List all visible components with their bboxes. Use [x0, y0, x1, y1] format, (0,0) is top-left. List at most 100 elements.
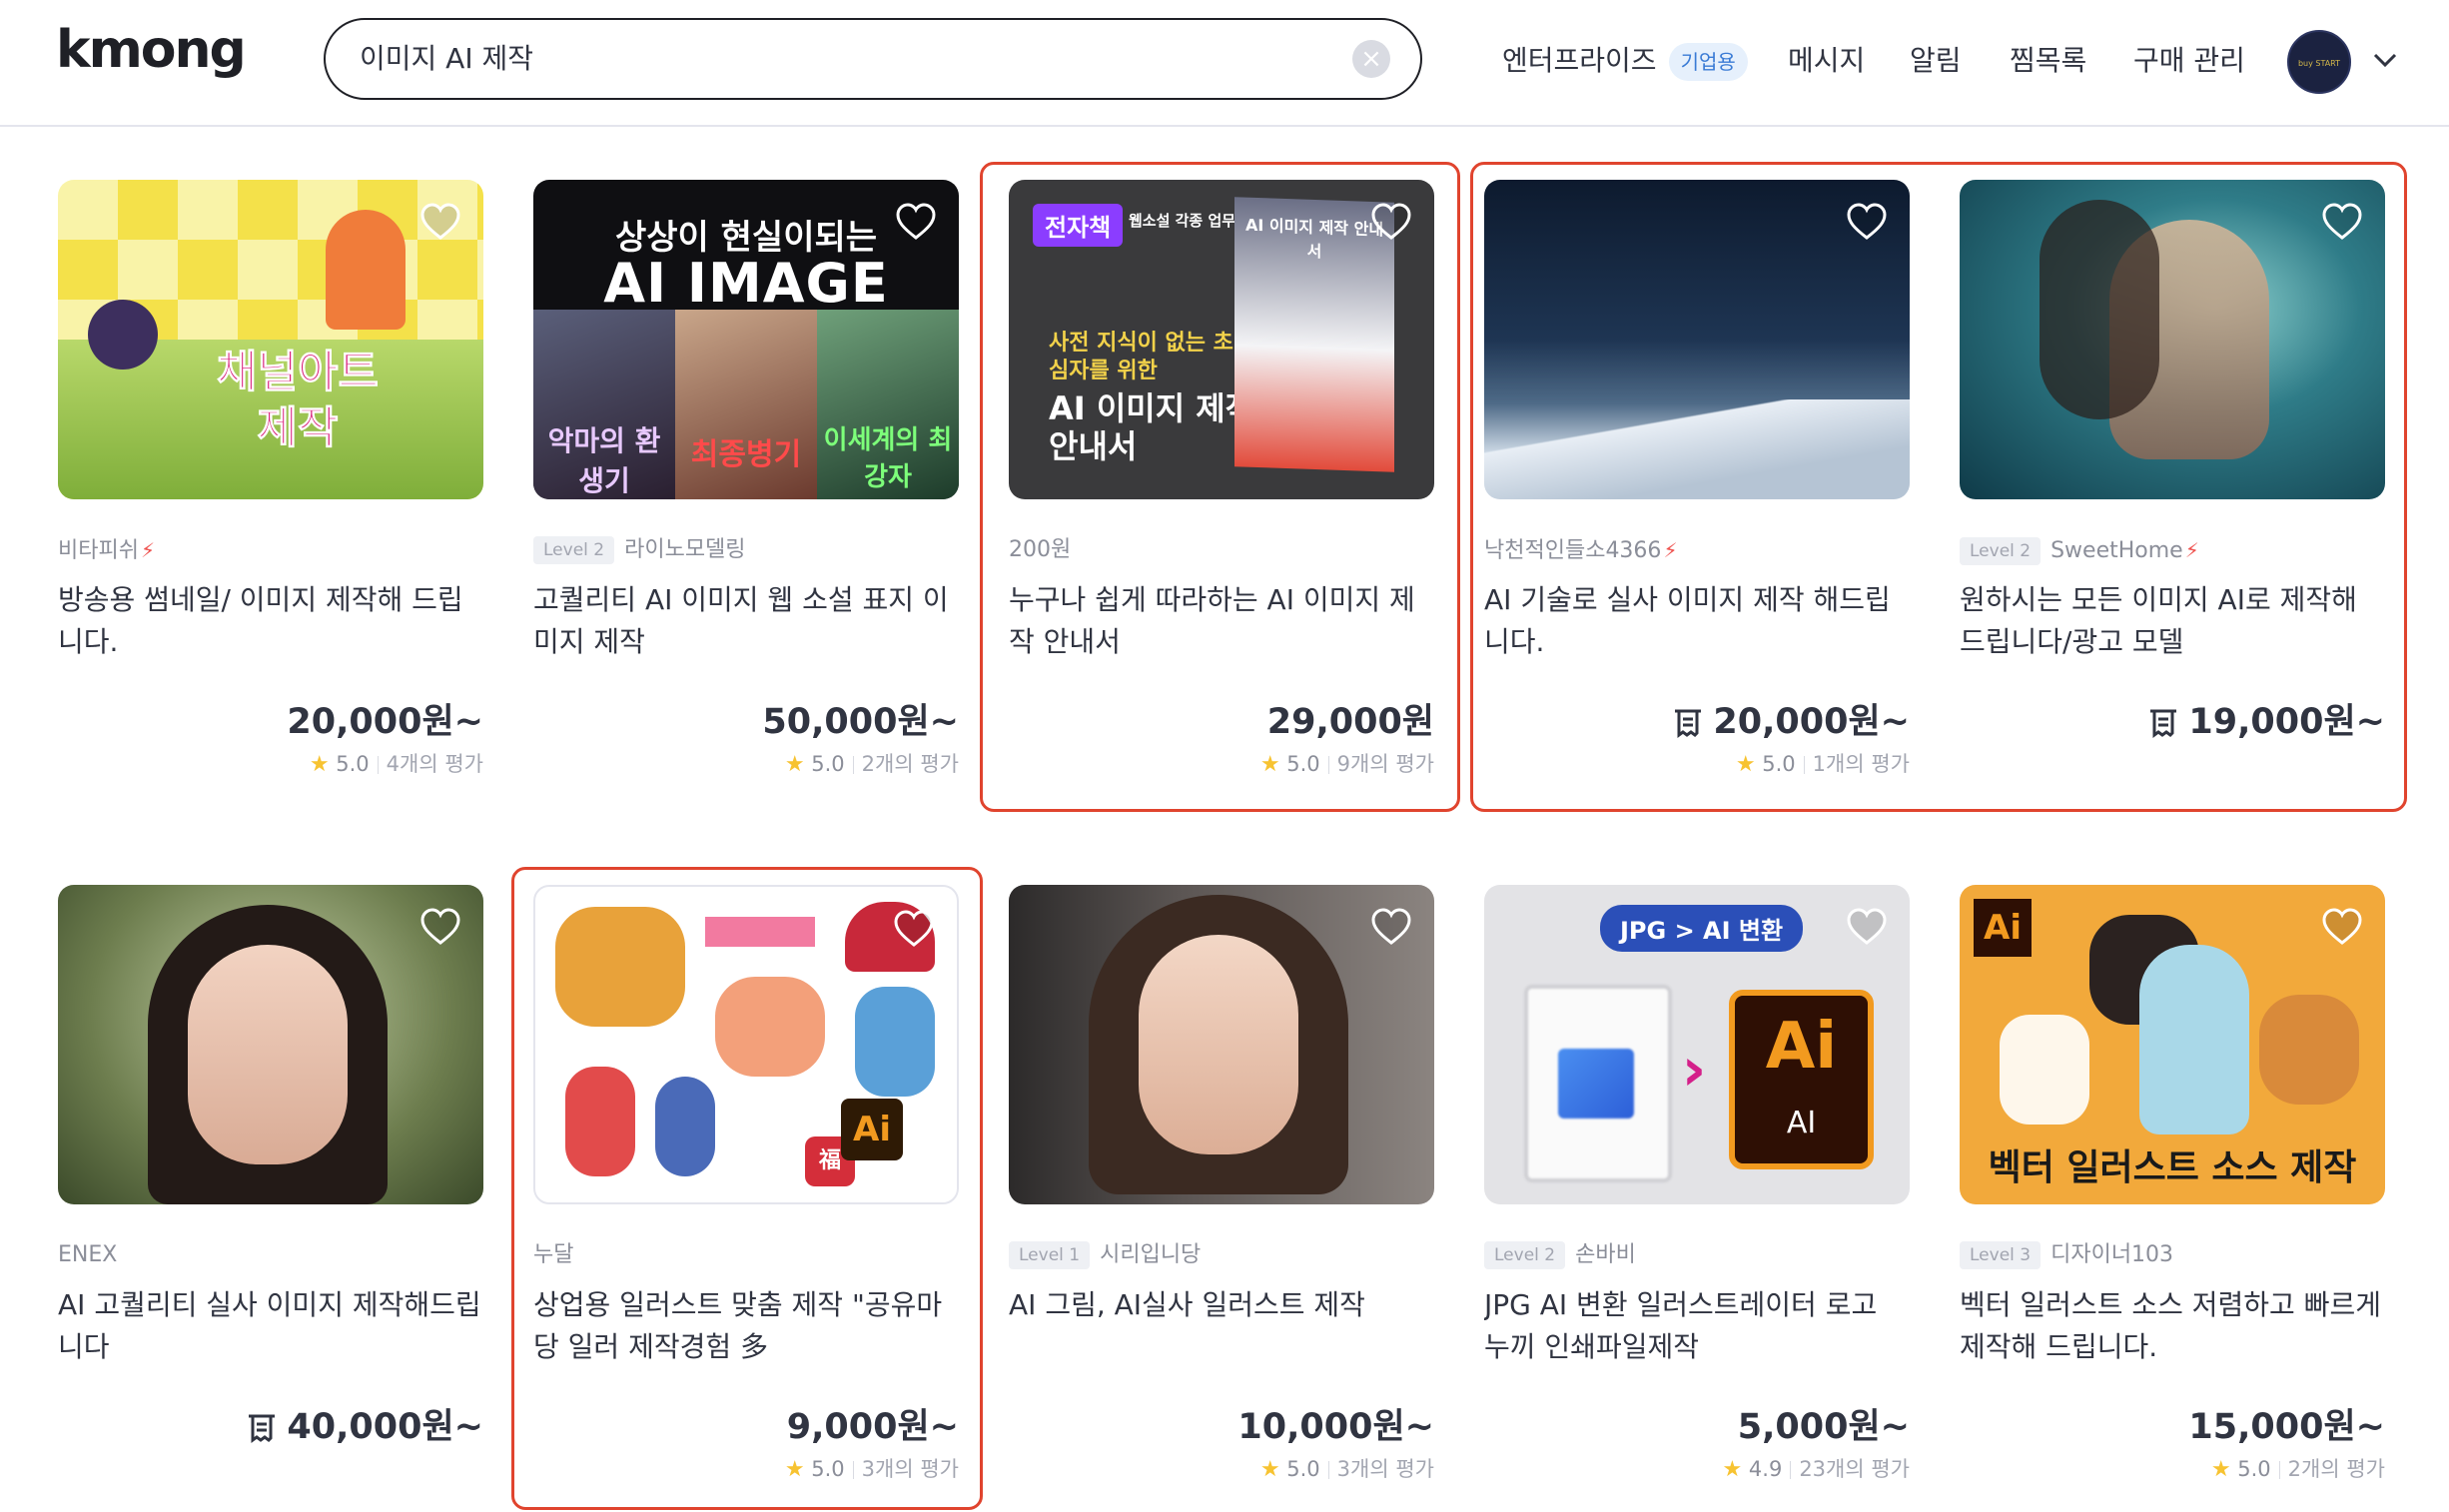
thumb-panel-text: 악마의 환생기	[547, 424, 661, 497]
seller-name[interactable]: Level 3 디자이너103	[1960, 1238, 2385, 1272]
gig-title[interactable]: 벡터 일러스트 소스 저렴하고 빠르게 제작해 드립니다.	[1960, 1284, 2385, 1374]
thumb-title-art: 채널아트 제작	[148, 345, 447, 456]
review-count: 2개의 평가	[861, 752, 959, 776]
nav-alerts[interactable]: 알림	[1910, 36, 1962, 86]
gig-card[interactable]: 전자책 웹소설 각종 업무 사전 지식이 없는 초심자를 위한 AI 이미지 제…	[1009, 180, 1434, 781]
gig-card[interactable]: JPG > AI 변환 › Ai AI Level 2 손바비 JPG AI 변환…	[1484, 885, 1910, 1486]
gig-card[interactable]: 낙천적인들소4366 ⚡ AI 기술로 실사 이미지 제작 해드립니다. 20,0…	[1484, 180, 1910, 781]
seller-name[interactable]: Level 1 시리입니당	[1009, 1238, 1434, 1272]
thumb-face-art	[1139, 935, 1298, 1154]
rating-value: 5.0	[2237, 1457, 2271, 1481]
thumb-illustration-art	[555, 907, 685, 1027]
thumb-character-art	[326, 210, 406, 330]
gig-card[interactable]: Level 2 SweetHome ⚡ 원하시는 모든 이미지 AI로 제작해 드립…	[1960, 180, 2385, 747]
lightning-icon: ⚡	[140, 538, 156, 562]
illustrator-label-text: AI	[1786, 1106, 1817, 1140]
star-icon: ★	[1259, 1457, 1280, 1482]
gig-card[interactable]: Ai 벡터 일러스트 소스 제작 Level 3 디자이너103 벡터 일러스트 …	[1960, 885, 2385, 1486]
rating-value: 5.0	[1762, 752, 1796, 776]
nav-messages[interactable]: 메시지	[1788, 36, 1865, 86]
rating-divider	[1327, 1461, 1329, 1479]
gig-card[interactable]: ENEX AI 고퀄리티 실사 이미지 제작해드립니다 40,000원~	[58, 885, 483, 1452]
gig-thumbnail[interactable]	[1960, 180, 2385, 499]
illustrator-logo-art: Ai	[1974, 899, 2032, 957]
jpg-ai-badge: JPG > AI 변환	[1600, 905, 1804, 952]
nav-wishlist[interactable]: 찜목록	[2010, 36, 2086, 86]
heart-icon[interactable]	[1846, 907, 1888, 947]
gig-title[interactable]: AI 기술로 실사 이미지 제작 해드립니다.	[1484, 579, 1910, 669]
heart-icon[interactable]	[1370, 202, 1412, 242]
search-clear-icon[interactable]: ×	[1352, 40, 1390, 78]
gig-thumbnail[interactable]: Ai 벡터 일러스트 소스 제작	[1960, 885, 2385, 1204]
seller-label: 시리입니당	[1100, 1242, 1202, 1267]
gig-card[interactable]: 福 Ai 누달 상업용 일러스트 맞춤 제작 "공유마당 일러 제작경험 多 9…	[533, 885, 959, 1486]
thumb-panel-text: 최종병기	[690, 437, 802, 472]
gig-thumbnail[interactable]: 福 Ai	[533, 885, 959, 1204]
level-badge: Level 2	[533, 536, 615, 564]
heart-icon[interactable]	[1370, 907, 1412, 947]
review-count: 9개의 평가	[1336, 752, 1434, 776]
gig-thumbnail[interactable]: 상상이 현실이되는 AI IMAGE 악마의 환생기 최종병기 이세계의 최강자	[533, 180, 959, 499]
heart-icon[interactable]	[1846, 202, 1888, 242]
gig-title[interactable]: 고퀄리티 AI 이미지 웹 소설 표지 이미지 제작	[533, 579, 959, 669]
rating-value: 5.0	[811, 1457, 845, 1481]
heart-icon[interactable]	[895, 202, 937, 242]
seller-name[interactable]: 누달	[533, 1238, 959, 1272]
heart-icon[interactable]	[893, 909, 935, 949]
gig-price: 20,000원~	[1484, 697, 1910, 747]
gig-thumbnail[interactable]: 전자책 웹소설 각종 업무 사전 지식이 없는 초심자를 위한 AI 이미지 제…	[1009, 180, 1434, 499]
gig-rating: ★ 5.0 3개의 평가	[1009, 1452, 1434, 1486]
seller-name[interactable]: 낙천적인들소4366 ⚡	[1484, 533, 1910, 567]
rating-divider	[852, 1461, 854, 1479]
kmong-logo[interactable]: kmong	[56, 20, 247, 80]
level-badge: Level 3	[1960, 1241, 2041, 1269]
nav-enterprise[interactable]: 엔터프라이즈 기업용	[1502, 36, 1748, 86]
heart-icon[interactable]	[419, 202, 461, 242]
gig-rating: ★ 5.0 3개의 평가	[533, 1452, 959, 1486]
avatar[interactable]: buy START	[2287, 30, 2351, 94]
gig-thumbnail[interactable]: 채널아트 제작	[58, 180, 483, 499]
rating-value: 5.0	[1286, 752, 1320, 776]
rating-divider	[1327, 756, 1329, 774]
chevron-down-icon[interactable]	[2365, 40, 2405, 80]
thumb-illustration-art	[855, 987, 935, 1097]
heart-icon[interactable]	[419, 907, 461, 947]
receipt-icon	[249, 1414, 276, 1443]
nav-purchases[interactable]: 구매 관리	[2133, 36, 2245, 86]
seller-name[interactable]: Level 2 라이노모델링	[533, 533, 959, 567]
gig-title[interactable]: AI 그림, AI실사 일러스트 제작	[1009, 1284, 1434, 1374]
gig-title[interactable]: AI 고퀄리티 실사 이미지 제작해드립니다	[58, 1284, 483, 1374]
nav-enterprise-label: 엔터프라이즈	[1502, 44, 1657, 77]
gig-title[interactable]: 상업용 일러스트 맞춤 제작 "공유마당 일러 제작경험 多	[533, 1284, 959, 1374]
seller-label: SweetHome	[2050, 538, 2183, 563]
heart-icon[interactable]	[2321, 907, 2363, 947]
rating-divider	[1803, 756, 1805, 774]
price-value: 40,000원~	[287, 1407, 483, 1447]
gig-price: 10,000원~	[1237, 1407, 1434, 1447]
rating-divider	[852, 756, 854, 774]
star-icon: ★	[784, 1457, 805, 1482]
gig-title[interactable]: 누구나 쉽게 따라하는 AI 이미지 제작 안내서	[1009, 579, 1434, 669]
search-bar[interactable]: 이미지 AI 제작 ×	[324, 18, 1422, 100]
gig-thumbnail[interactable]: JPG > AI 변환 › Ai AI	[1484, 885, 1910, 1204]
gig-title[interactable]: JPG AI 변환 일러스트레이터 로고 누끼 인쇄파일제작	[1484, 1284, 1910, 1374]
gig-card[interactable]: 상상이 현실이되는 AI IMAGE 악마의 환생기 최종병기 이세계의 최강자…	[533, 180, 959, 781]
thumb-illustration-art	[655, 1077, 715, 1176]
gig-thumbnail[interactable]	[1484, 180, 1910, 499]
rating-divider	[1790, 1461, 1792, 1479]
gig-thumbnail[interactable]	[58, 885, 483, 1204]
search-input[interactable]: 이미지 AI 제작	[360, 20, 533, 98]
gig-card[interactable]: Level 1 시리입니당 AI 그림, AI실사 일러스트 제작 10,000원…	[1009, 885, 1434, 1486]
gig-title[interactable]: 원하시는 모든 이미지 AI로 제작해 드립니다/광고 모델	[1960, 579, 2385, 669]
seller-name[interactable]: ENEX	[58, 1238, 483, 1272]
gig-title[interactable]: 방송용 썸네일/ 이미지 제작해 드립니다.	[58, 579, 483, 669]
thumb-person-art	[2139, 945, 2249, 1134]
seller-name[interactable]: Level 2 손바비	[1484, 1238, 1910, 1272]
seller-name[interactable]: 비타피쉬 ⚡	[58, 533, 483, 567]
seller-name[interactable]: 200원	[1009, 533, 1434, 567]
gig-thumbnail[interactable]	[1009, 885, 1434, 1204]
seller-name[interactable]: Level 2 SweetHome ⚡	[1960, 533, 2385, 567]
heart-icon[interactable]	[2321, 202, 2363, 242]
gig-price: 15,000원~	[2188, 1407, 2385, 1447]
gig-card[interactable]: 채널아트 제작 비타피쉬 ⚡ 방송용 썸네일/ 이미지 제작해 드립니다. 20,…	[58, 180, 483, 781]
